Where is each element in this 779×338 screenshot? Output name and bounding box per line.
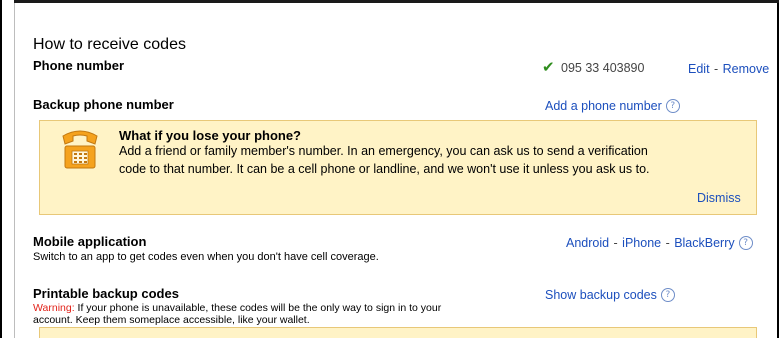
add-phone-row: Add a phone number? [545, 97, 680, 115]
mobile-app-description: Switch to an app to get codes even when … [33, 251, 379, 263]
phone-number-heading: Phone number [33, 58, 125, 73]
mobile-app-heading: Mobile application [33, 234, 147, 249]
help-icon[interactable]: ? [738, 235, 753, 250]
backup-codes-heading: Printable backup codes [33, 286, 179, 301]
blackberry-link[interactable]: BlackBerry [674, 236, 734, 250]
warning-label: Warning: [33, 302, 75, 314]
notice-text-line2: code to that number. It can be a cell ph… [119, 162, 650, 176]
phone-number-status: ✔ 095 33 403890 [542, 58, 644, 77]
backup-codes-warning-line1: Warning: If your phone is unavailable, t… [33, 302, 441, 314]
telephone-icon [62, 130, 98, 169]
add-phone-link[interactable]: Add a phone number [545, 99, 662, 113]
help-icon[interactable]: ? [660, 287, 675, 302]
separator: - [613, 236, 618, 250]
separator: - [665, 236, 670, 250]
phone-actions: Edit - Remove [688, 60, 769, 78]
checkmark-icon: ✔ [542, 59, 555, 76]
warning-text: If your phone is unavailable, these code… [74, 302, 442, 314]
separator: - [714, 62, 719, 76]
mobile-app-links: Android - iPhone - BlackBerry? [566, 234, 753, 252]
android-link[interactable]: Android [566, 236, 609, 250]
edit-phone-link[interactable]: Edit [688, 62, 710, 76]
dismiss-link[interactable]: Dismiss [697, 191, 741, 205]
phone-number-value: 095 33 403890 [561, 61, 645, 75]
notice-text-line1: Add a friend or family member's number. … [119, 144, 648, 158]
show-codes-row: Show backup codes? [545, 286, 675, 304]
remove-phone-link[interactable]: Remove [723, 62, 770, 76]
show-backup-codes-link[interactable]: Show backup codes [545, 288, 657, 302]
notice-title: What if you lose your phone? [119, 128, 301, 143]
section-title: How to receive codes [33, 36, 186, 53]
backup-phone-heading: Backup phone number [33, 97, 174, 112]
iphone-link[interactable]: iPhone [622, 236, 661, 250]
top-border [14, 0, 779, 3]
backup-codes-warning-line2: account. Keep them someplace accessible,… [33, 314, 310, 326]
help-icon[interactable]: ? [665, 98, 680, 113]
next-notice-box [39, 327, 757, 338]
